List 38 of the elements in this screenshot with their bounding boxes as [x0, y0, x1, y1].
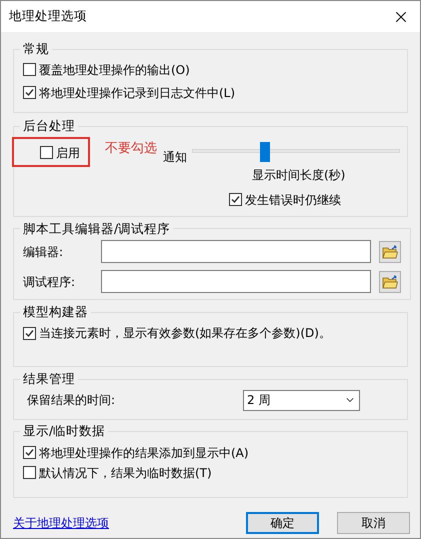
option-label: 覆盖地理处理操作的输出(O) [39, 62, 190, 79]
field-label: 保留结果的时间: [26, 392, 116, 410]
help-link[interactable]: 关于地理处理选项 [13, 514, 109, 532]
option-label: 默认情况下，结果为临时数据(T) [39, 464, 212, 482]
slider-thumb[interactable] [260, 142, 270, 162]
checkbox[interactable] [23, 466, 36, 479]
browse-button[interactable] [379, 270, 401, 293]
option-label: 将地理处理操作记录到日志文件中(L) [39, 84, 236, 102]
checkbox[interactable] [23, 63, 36, 76]
path-field[interactable] [101, 240, 371, 264]
option-label: 启用 [56, 144, 80, 162]
checkbox[interactable] [23, 326, 36, 340]
group-title: 后台处理 [22, 116, 76, 135]
group-title: 显示/临时数据 [22, 422, 106, 440]
folder-icon [382, 274, 398, 289]
folder-icon [382, 244, 398, 259]
group-title: 模型构建器 [22, 303, 89, 322]
field-label: 编辑器: [23, 244, 64, 261]
group-title: 结果管理 [22, 370, 76, 388]
checkbox[interactable] [40, 146, 53, 159]
path-field[interactable] [101, 270, 371, 294]
group-title: 常规 [22, 40, 50, 58]
dialog-button[interactable]: 确定 [246, 512, 319, 534]
checkbox[interactable] [23, 86, 36, 100]
slider-label: 通知 [163, 148, 187, 166]
window-title: 地理处理选项 [9, 7, 87, 26]
option-label: 当连接元素时，显示有效参数(如果存在多个参数)(D)。 [39, 325, 331, 342]
option-label: 将地理处理操作的结果添加到显示中(A) [39, 444, 249, 462]
checkbox[interactable] [23, 446, 36, 459]
group-title: 脚本工具编辑器/调试程序 [22, 220, 172, 238]
slider-caption: 显示时间长度(秒) [252, 166, 346, 184]
retention-dropdown[interactable]: 2 周 [243, 390, 360, 411]
browse-button[interactable] [379, 240, 401, 263]
dialog-button[interactable]: 取消 [337, 512, 410, 534]
annotation-text: 不要勾选 [105, 140, 157, 156]
checkbox[interactable] [229, 193, 242, 206]
option-label: 发生错误时仍继续 [245, 192, 341, 208]
field-label: 调试程序: [23, 274, 76, 291]
